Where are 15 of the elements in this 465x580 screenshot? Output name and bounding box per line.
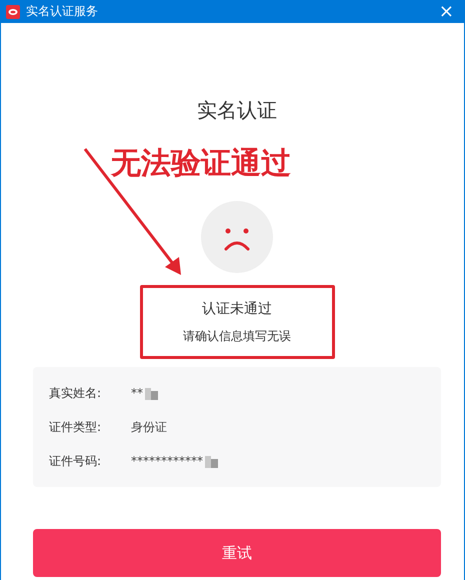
page-heading: 实名认证 (197, 97, 277, 124)
info-label: 证件类型: (49, 418, 102, 436)
result-hint: 请确认信息填写无误 (183, 328, 291, 344)
window-title: 实名认证服务 (26, 3, 99, 20)
info-value: ** (131, 386, 143, 400)
sad-face-icon (201, 201, 273, 273)
annotation-text: 无法验证通过 (111, 145, 291, 183)
info-value: ************ (131, 454, 203, 468)
info-label: 证件号码: (49, 452, 102, 470)
info-label: 真实姓名: (49, 384, 102, 402)
app-logo-icon (6, 4, 20, 18)
close-button[interactable]: × (428, 0, 464, 23)
result-title: 认证未通过 (202, 300, 272, 318)
retry-button[interactable]: 重试 (33, 529, 441, 577)
info-value: 身份证 (131, 418, 167, 436)
